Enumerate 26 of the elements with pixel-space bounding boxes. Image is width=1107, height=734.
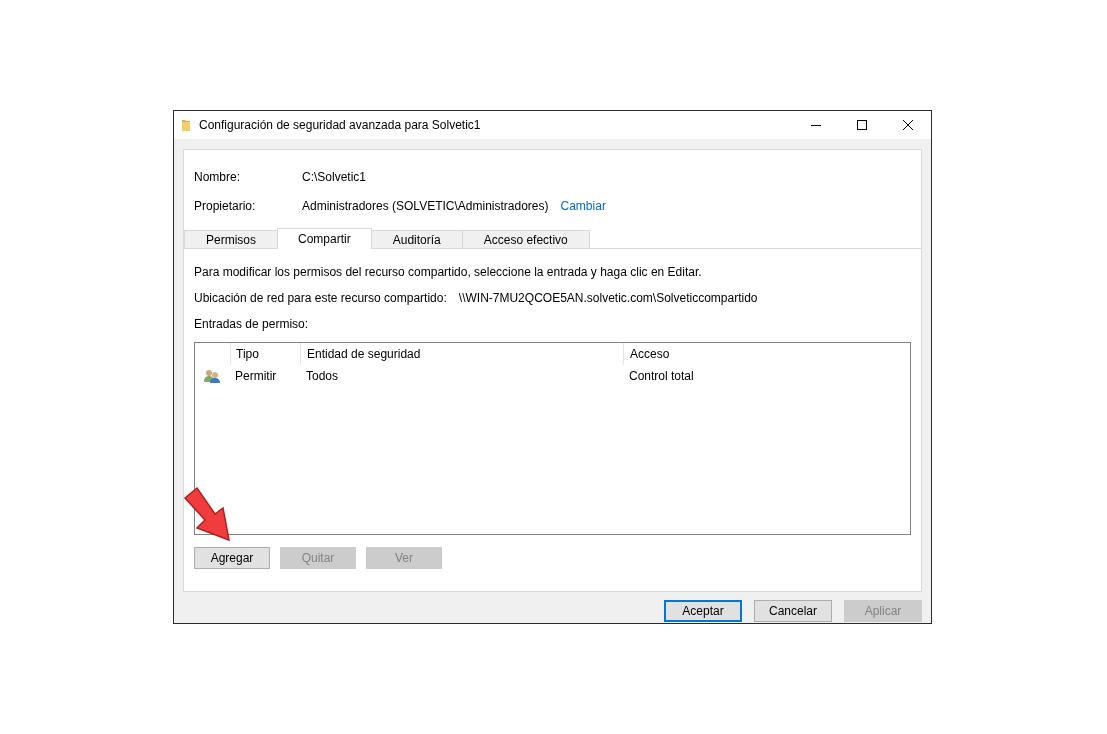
dialog-button[interactable]: Cancelar bbox=[754, 600, 832, 622]
field-value: C:\Solvetic1 bbox=[302, 169, 367, 184]
network-location-label: Ubicación de red para este recurso compartido: bbox=[194, 291, 447, 305]
tab[interactable]: Compartir bbox=[277, 228, 372, 249]
column-header[interactable]: Entidad de seguridad bbox=[301, 343, 624, 365]
field-value: Administradores (SOLVETIC\Administradores) bbox=[302, 198, 549, 213]
change-link[interactable]: Cambiar bbox=[560, 198, 606, 213]
column-header[interactable]: Tipo bbox=[231, 343, 301, 365]
entries-label: Entradas de permiso: bbox=[193, 316, 310, 333]
tab[interactable]: Permisos bbox=[184, 230, 278, 248]
table-cell-text: Control total bbox=[628, 369, 694, 383]
entry-button[interactable]: Agregar bbox=[194, 547, 270, 569]
column-header[interactable]: Acceso bbox=[624, 347, 670, 361]
dialog-button[interactable]: Aceptar bbox=[664, 600, 742, 622]
users-icon bbox=[204, 369, 221, 383]
instruction-text: Para modificar los permisos del recurso compartido, seleccione la entrada y haga clic en Editar. bbox=[193, 264, 703, 281]
table-cell-text: Todos bbox=[305, 369, 340, 383]
window-title: Configuración de seguridad avanzada para Solvetic1 bbox=[199, 118, 482, 132]
field-label: Propietario: bbox=[194, 198, 257, 213]
network-location-value: \\WIN-7MU2QCOE5AN.solvetic.com\Solveticcompartido bbox=[458, 291, 758, 305]
arrow-drawing bbox=[183, 486, 230, 542]
folder-icon bbox=[181, 118, 191, 132]
field-label: Nombre: bbox=[194, 169, 241, 184]
tab[interactable]: Auditoría bbox=[370, 230, 463, 248]
table-cell-text: Permitir bbox=[234, 369, 278, 383]
tab[interactable]: Acceso efectivo bbox=[461, 230, 590, 248]
